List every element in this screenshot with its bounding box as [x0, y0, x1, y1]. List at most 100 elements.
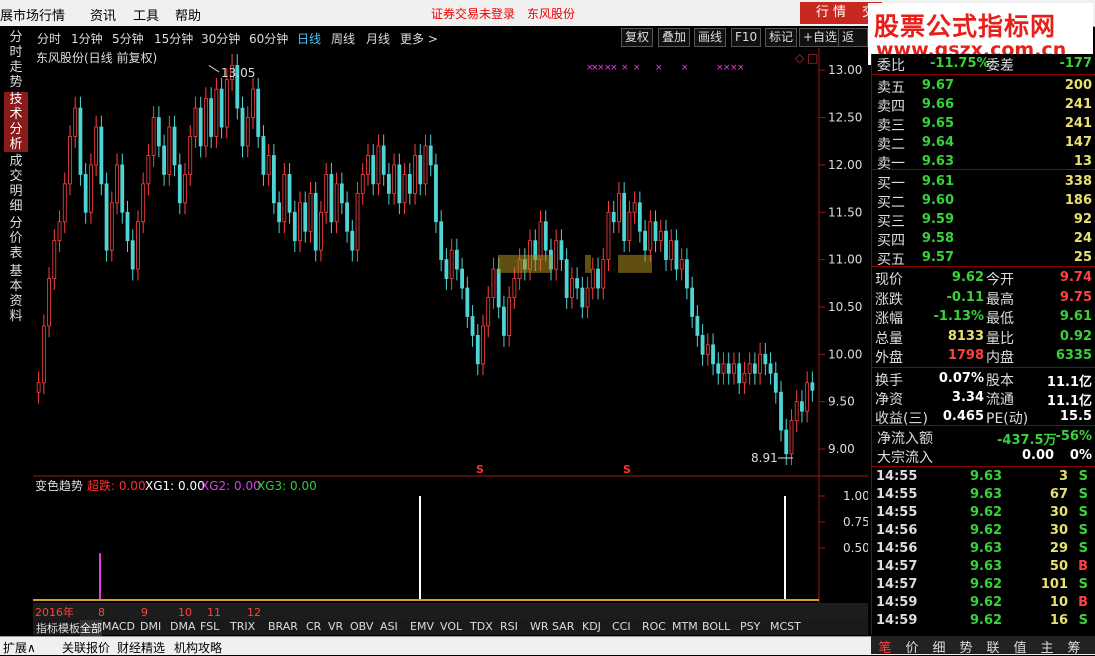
- indicator-tab[interactable]: CCI: [612, 620, 631, 633]
- indicator-tab[interactable]: VR: [328, 620, 343, 633]
- indicator-tab[interactable]: EMV: [410, 620, 434, 633]
- candle-body: [716, 363, 721, 374]
- quote-tab[interactable]: 笔: [875, 637, 895, 656]
- ask-row[interactable]: 卖五 9.67 200: [872, 76, 1094, 96]
- period-daily[interactable]: 日线: [297, 30, 321, 47]
- period-monthly[interactable]: 月线: [366, 30, 390, 47]
- menu-news[interactable]: 资讯: [90, 5, 116, 24]
- candle-body: [261, 136, 266, 175]
- tab-time-sharing[interactable]: 分时走势: [4, 30, 28, 90]
- period-timeshare[interactable]: 分时: [37, 30, 61, 47]
- signal-marker: S: [476, 463, 484, 476]
- related-quotes-tab[interactable]: 关联报价: [62, 639, 110, 656]
- indicator-tab[interactable]: 指标: [36, 620, 58, 636]
- menu-tools[interactable]: 工具: [133, 5, 159, 24]
- period-30min[interactable]: 30分钟: [201, 30, 240, 47]
- ask-row[interactable]: 卖一 9.63 13: [872, 152, 1094, 172]
- ask-row[interactable]: 卖四 9.66 241: [872, 95, 1094, 115]
- indicator-tab[interactable]: WR: [530, 620, 549, 633]
- tab-technical-analysis[interactable]: 技术分析: [4, 92, 28, 152]
- period-5min[interactable]: 5分钟: [112, 30, 144, 47]
- ask-row[interactable]: 卖三 9.65 241: [872, 114, 1094, 134]
- quote-tab[interactable]: 联: [983, 637, 1003, 656]
- add-watchlist-button[interactable]: +自选: [799, 28, 842, 47]
- quote-tab[interactable]: 细: [929, 637, 949, 656]
- indicator-tab[interactable]: BRAR: [268, 620, 298, 633]
- tick-row[interactable]: 14:55 9.62 30 S: [872, 504, 1094, 522]
- tab-price-table[interactable]: 分价表: [4, 216, 28, 262]
- login-status[interactable]: 证券交易未登录: [431, 5, 515, 22]
- indicator-tab[interactable]: CR: [306, 620, 321, 633]
- candle-body: [554, 240, 559, 270]
- indicator-tab[interactable]: SAR: [552, 620, 574, 633]
- bid-row[interactable]: 买一 9.61 338: [872, 172, 1094, 192]
- indicator-name[interactable]: 变色趋势: [35, 478, 83, 493]
- period-more[interactable]: 更多 >: [400, 30, 438, 47]
- indicator-tab[interactable]: MACD: [102, 620, 135, 633]
- indicator-tab[interactable]: MTM: [672, 620, 698, 633]
- tick-row[interactable]: 14:57 9.62 101 S: [872, 576, 1094, 594]
- tab-trade-details[interactable]: 成交明细: [4, 154, 28, 214]
- indicator-tab[interactable]: BOLL: [702, 620, 730, 633]
- bid-row[interactable]: 买二 9.60 186: [872, 191, 1094, 211]
- indicator-tab[interactable]: ROC: [642, 620, 666, 633]
- f10-button[interactable]: F10: [731, 28, 762, 47]
- period-weekly[interactable]: 周线: [331, 30, 355, 47]
- tick-row[interactable]: 14:55 9.63 67 S: [872, 486, 1094, 504]
- indicator-tab[interactable]: ASI: [380, 620, 398, 633]
- menu-help[interactable]: 帮助: [175, 5, 201, 24]
- candle-body: [575, 278, 580, 289]
- quote-tab[interactable]: 价: [902, 637, 922, 656]
- institution-strategy-tab[interactable]: 机构攻略: [174, 639, 222, 656]
- quote-tab[interactable]: 势: [956, 637, 976, 656]
- indicator-tab[interactable]: DMI: [140, 620, 161, 633]
- tick-row[interactable]: 14:56 9.62 30 S: [872, 522, 1094, 540]
- netflow-row: 净流入额 -437.5万 -56%: [872, 427, 1094, 448]
- bid-row[interactable]: 买四 9.58 24: [872, 229, 1094, 249]
- tick-row[interactable]: 14:55 9.63 3 S: [872, 468, 1094, 486]
- adjust-button[interactable]: 复权: [621, 28, 654, 47]
- candle-body: [444, 259, 449, 279]
- indicator-tab[interactable]: MCST: [770, 620, 801, 633]
- tick-row[interactable]: 14:59 9.62 16 S: [872, 612, 1094, 630]
- mark-button[interactable]: 标记: [765, 28, 798, 47]
- quote-tab[interactable]: 值: [1010, 637, 1030, 656]
- kline-chart[interactable]: 东风股份(日线 前复权) ◇ □ 13.00 12.50 12.00 11.50 11.…: [33, 48, 868, 619]
- indicator-tab[interactable]: OBV: [350, 620, 373, 633]
- tick-row[interactable]: 14:59 9.62 10 B: [872, 594, 1094, 612]
- tab-fundamentals[interactable]: 基本资料: [4, 264, 28, 324]
- candle-body: [329, 173, 334, 223]
- bid-row[interactable]: 买三 9.59 92: [872, 210, 1094, 230]
- overlay-button[interactable]: 叠加: [658, 28, 691, 47]
- indicator-tab[interactable]: PSY: [740, 620, 760, 633]
- indicator-tab[interactable]: FSL: [200, 620, 219, 633]
- indicator-tab[interactable]: 模板: [58, 620, 80, 636]
- indicator-tab[interactable]: 全部: [80, 620, 102, 636]
- indicator-tab[interactable]: KDJ: [582, 620, 601, 633]
- chart-menu-icon[interactable]: ◇: [795, 51, 805, 65]
- expand-button[interactable]: 扩展∧: [3, 639, 36, 656]
- chart-title: 东风股份(日线 前复权): [36, 50, 157, 65]
- finance-picks-tab[interactable]: 财经精选: [117, 639, 165, 656]
- tick-time: 14:55: [876, 505, 918, 520]
- chart-close-icon[interactable]: □: [807, 51, 818, 65]
- period-60min[interactable]: 60分钟: [249, 30, 288, 47]
- back-button[interactable]: 返回: [838, 28, 868, 61]
- quote-level-volume: 25: [1073, 250, 1092, 265]
- bid-row[interactable]: 买五 9.57 25: [872, 248, 1094, 268]
- quote-tab[interactable]: 主: [1037, 637, 1057, 656]
- indicator-tab[interactable]: TRIX: [230, 620, 255, 633]
- period-15min[interactable]: 15分钟: [154, 30, 193, 47]
- indicator-tab[interactable]: VOL: [440, 620, 462, 633]
- draw-line-button[interactable]: 画线: [694, 28, 727, 47]
- quote-mode-button[interactable]: 行 情: [800, 2, 862, 24]
- indicator-tab[interactable]: RSI: [500, 620, 518, 633]
- period-1min[interactable]: 1分钟: [71, 30, 103, 47]
- indicator-tab[interactable]: DMA: [170, 620, 196, 633]
- menu-market[interactable]: 展市场行情: [0, 5, 65, 24]
- tick-row[interactable]: 14:56 9.63 29 S: [872, 540, 1094, 558]
- tick-row[interactable]: 14:57 9.63 50 B: [872, 558, 1094, 576]
- quote-tab[interactable]: 筹: [1064, 637, 1084, 656]
- indicator-tab[interactable]: TDX: [470, 620, 493, 633]
- ask-row[interactable]: 卖二 9.64 147: [872, 133, 1094, 153]
